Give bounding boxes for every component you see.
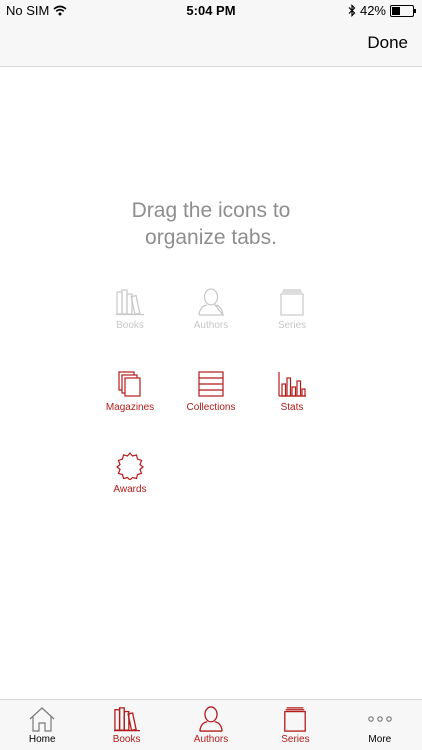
tab-authors[interactable]: Authors: [169, 700, 253, 750]
status-bar: No SIM 5:04 PM 42%: [0, 0, 422, 22]
grid-label-authors: Authors: [193, 320, 229, 331]
grid-item-series[interactable]: Series: [247, 288, 337, 331]
more-dots-icon: [368, 716, 392, 722]
books-icon: [116, 289, 144, 316]
tab-home[interactable]: Home: [0, 700, 84, 750]
battery-percent: 42%: [359, 3, 386, 18]
grid-label-stats: Stats: [280, 402, 304, 413]
done-button[interactable]: Done: [367, 33, 408, 53]
tab-more[interactable]: More: [338, 700, 422, 750]
tab-label-home: Home: [28, 734, 56, 745]
instructions-line-2: organize tabs.: [145, 226, 277, 249]
list-icon: [198, 371, 224, 397]
battery-icon: [390, 4, 416, 17]
person-icon: [198, 288, 224, 316]
grid-label-awards: Awards: [113, 484, 147, 495]
home-icon: [29, 707, 55, 732]
grid-item-books[interactable]: Books: [85, 288, 175, 331]
stack-icon: [280, 289, 304, 316]
grid-item-magazines[interactable]: Magazines: [85, 370, 175, 413]
bar-chart-icon: [278, 372, 306, 397]
grid-item-collections[interactable]: Collections: [166, 370, 256, 413]
grid-label-magazines: Magazines: [105, 402, 155, 413]
person-icon: [199, 706, 223, 732]
nav-bar: Done: [0, 22, 422, 67]
tab-label-series: Series: [281, 734, 310, 745]
tab-books[interactable]: Books: [84, 700, 168, 750]
award-seal-icon: [116, 452, 144, 480]
grid-label-collections: Collections: [186, 402, 236, 413]
status-right: 42%: [348, 3, 416, 18]
instructions-line-1: Drag the icons to: [131, 199, 291, 222]
stack-icon: [284, 707, 307, 732]
tab-label-more: More: [368, 734, 392, 745]
grid-item-stats[interactable]: Stats: [247, 370, 337, 413]
tab-label-books: Books: [112, 734, 141, 745]
grid-item-awards[interactable]: Awards: [85, 452, 175, 495]
tab-series[interactable]: Series: [253, 700, 337, 750]
tab-bar: Home Books Authors Series More: [0, 699, 422, 750]
grid-item-authors[interactable]: Authors: [166, 288, 256, 331]
grid-label-series: Series: [277, 320, 307, 331]
magazines-icon: [118, 371, 141, 397]
instructions: Drag the icons to organize tabs.: [60, 197, 362, 251]
bluetooth-icon: [348, 4, 356, 17]
tab-label-authors: Authors: [193, 734, 229, 745]
grid-label-books: Books: [116, 320, 144, 331]
books-icon: [113, 707, 140, 732]
